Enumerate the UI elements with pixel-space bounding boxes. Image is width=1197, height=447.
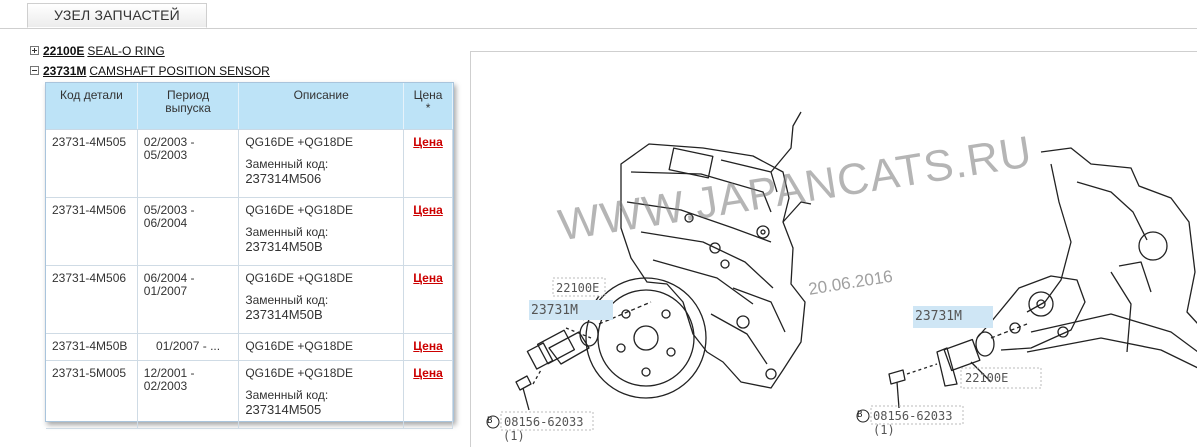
- price-link[interactable]: Цена: [413, 339, 443, 353]
- price-link[interactable]: Цена: [413, 271, 443, 285]
- cell-price: Цена: [403, 129, 453, 198]
- replacement-code: 237314M506: [245, 171, 322, 186]
- label-right-bolt[interactable]: 08156-62033: [873, 409, 952, 423]
- tab-bar: УЗЕЛ ЗАПЧАСТЕЙ: [0, 0, 1197, 29]
- cell-period: 01/2007 - ...: [137, 333, 240, 361]
- label-right-sensor[interactable]: 23731M: [915, 309, 962, 324]
- cell-code: 23731-4M506: [46, 197, 138, 266]
- label-left-bolt[interactable]: 08156-62033: [504, 415, 583, 429]
- bolt-marker-icon: B: [487, 416, 493, 426]
- tab-parts-assembly[interactable]: УЗЕЛ ЗАПЧАСТЕЙ: [27, 3, 207, 28]
- tree-item-name[interactable]: SEAL-O RING: [87, 44, 164, 58]
- description-text: QG16DE +QG18DE: [245, 366, 354, 380]
- table-header-row: Код детали Период выпуска Описание Цена …: [46, 83, 453, 130]
- cell-price: Цена: [403, 197, 453, 266]
- label-left-sensor[interactable]: 23731M: [531, 303, 578, 318]
- engine-illustration: [486, 111, 1197, 431]
- replacement-label: Заменный код:: [245, 157, 329, 171]
- cell-price: Цена: [403, 265, 453, 334]
- cell-code: 23731-4M506: [46, 265, 138, 334]
- cell-description: QG16DE +QG18DE Заменный код: 237314M506: [238, 129, 405, 198]
- header-description: Описание: [238, 83, 405, 130]
- cell-description: QG16DE +QG18DE: [238, 333, 405, 361]
- table-row: 23731-4M505 02/2003 - 05/2003 QG16DE +QG…: [46, 129, 453, 198]
- replacement-code: 237314M50B: [245, 239, 323, 254]
- description-text: QG16DE +QG18DE: [245, 135, 354, 149]
- header-period: Период выпуска: [137, 83, 240, 130]
- replacement-code: 237314M50B: [245, 307, 323, 322]
- cell-price: Цена: [403, 360, 453, 429]
- table-row: 23731-4M50B 01/2007 - ... QG16DE +QG18DE…: [46, 333, 453, 361]
- header-price: Цена *: [403, 83, 453, 130]
- cell-code: 23731-4M50B: [46, 333, 138, 361]
- label-right-seal[interactable]: 22100E: [965, 371, 1008, 385]
- cell-description: QG16DE +QG18DE Заменный код: 237314M50B: [238, 197, 405, 266]
- description-text: QG16DE +QG18DE: [245, 339, 354, 353]
- collapse-icon[interactable]: [30, 66, 39, 76]
- table-row: 23731-5M005 12/2001 - 02/2003 QG16DE +QG…: [46, 360, 453, 429]
- label-left-qty: (1): [503, 429, 525, 443]
- cell-period: 05/2003 - 06/2004: [137, 197, 240, 266]
- parts-table: Код детали Период выпуска Описание Цена …: [45, 82, 454, 429]
- tree-item-code[interactable]: 23731M: [43, 64, 86, 78]
- replacement-label: Заменный код:: [245, 293, 329, 307]
- replacement-code: 237314M505: [245, 402, 322, 417]
- replacement-label: Заменный код:: [245, 388, 329, 402]
- table-row: 23731-4M506 05/2003 - 06/2004 QG16DE +QG…: [46, 197, 453, 266]
- cell-description: QG16DE +QG18DE Заменный код: 237314M505: [238, 360, 405, 429]
- bolt-marker-icon: B: [857, 410, 863, 420]
- price-link[interactable]: Цена: [413, 366, 443, 380]
- cell-description: QG16DE +QG18DE Заменный код: 237314M50B: [238, 265, 405, 334]
- tree-item-code[interactable]: 22100E: [43, 44, 84, 58]
- description-text: QG16DE +QG18DE: [245, 203, 354, 217]
- tree-item-22100e[interactable]: 22100E SEAL-O RING: [30, 44, 165, 58]
- parts-diagram[interactable]: WWW.JAPANCATS.RU 20.06.2016 22100E 23731…: [470, 51, 1197, 447]
- description-text: QG16DE +QG18DE: [245, 271, 354, 285]
- replacement-label: Заменный код:: [245, 225, 329, 239]
- price-link[interactable]: Цена: [413, 203, 443, 217]
- cell-price: Цена: [403, 333, 453, 361]
- label-left-seal[interactable]: 22100E: [556, 281, 599, 295]
- price-link[interactable]: Цена: [413, 135, 443, 149]
- left-sensor-part: [526, 321, 599, 370]
- cell-period: 06/2004 - 01/2007: [137, 265, 240, 334]
- tree-item-name[interactable]: CAMSHAFT POSITION SENSOR: [89, 64, 269, 78]
- cell-code: 23731-5M005: [46, 360, 138, 429]
- header-code: Код детали: [46, 83, 138, 130]
- expand-icon[interactable]: [30, 46, 39, 56]
- cell-period: 12/2001 - 02/2003: [137, 360, 240, 429]
- tree-item-23731m[interactable]: 23731M CAMSHAFT POSITION SENSOR: [30, 64, 270, 78]
- cell-code: 23731-4M505: [46, 129, 138, 198]
- label-right-qty: (1): [873, 423, 895, 437]
- table-row: 23731-4M506 06/2004 - 01/2007 QG16DE +QG…: [46, 265, 453, 334]
- cell-period: 02/2003 - 05/2003: [137, 129, 240, 198]
